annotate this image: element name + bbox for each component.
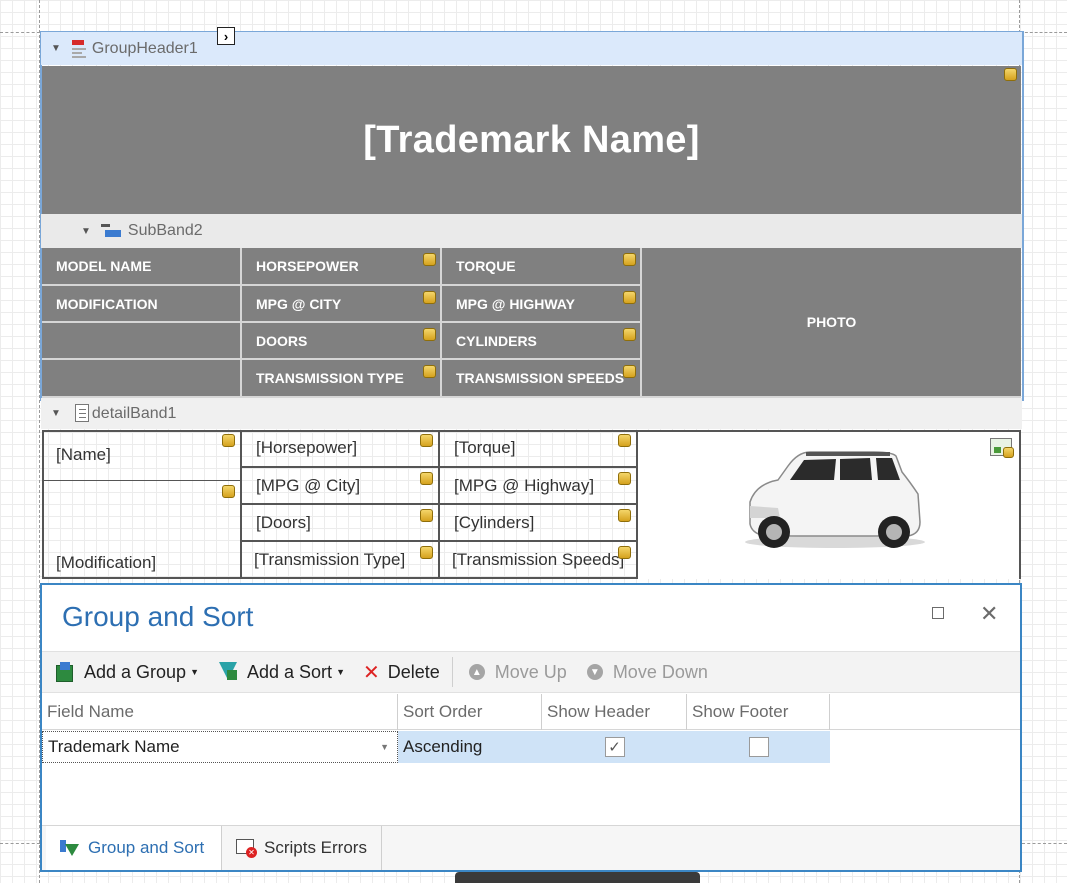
detail-transmission-speeds[interactable]: [Transmission Speeds]: [440, 542, 638, 579]
column-header-show-footer[interactable]: Show Footer: [687, 694, 830, 730]
photo-picture-box[interactable]: [638, 432, 1019, 579]
data-binding-icon: [623, 328, 636, 341]
header-torque[interactable]: TORQUE: [442, 248, 642, 286]
panel-toolbar: Add a Group ▼ Add a Sort ▼ ✕ Delete ▲ Move…: [42, 651, 1020, 693]
page-margin-bottom-right: [1022, 843, 1067, 844]
data-binding-icon: [618, 472, 631, 485]
header-transmission-type[interactable]: TRANSMISSION TYPE: [242, 360, 442, 398]
data-binding-icon: [623, 253, 636, 266]
scripts-errors-icon: ✕: [236, 839, 258, 858]
add-group-button[interactable]: Add a Group ▼: [56, 662, 199, 683]
data-binding-icon: [420, 434, 433, 447]
header-transmission-speeds[interactable]: TRANSMISSION SPEEDS: [442, 360, 642, 398]
column-header-sort-order[interactable]: Sort Order: [398, 694, 542, 730]
collapse-triangle-icon[interactable]: ▼: [51, 43, 61, 54]
data-binding-icon: [623, 291, 636, 304]
detail-mpg-highway[interactable]: [MPG @ Highway]: [440, 468, 638, 505]
header-photo[interactable]: PHOTO: [642, 248, 1021, 398]
header-mpg-highway[interactable]: MPG @ HIGHWAY: [442, 286, 642, 323]
data-binding-icon: [423, 365, 436, 378]
data-binding-icon: [618, 546, 631, 559]
data-binding-icon: [420, 509, 433, 522]
header-model-name[interactable]: MODEL NAME: [42, 248, 242, 286]
detail-band-caption[interactable]: ▼ detailBand1: [41, 398, 1022, 429]
subband-icon: [101, 224, 121, 238]
data-binding-icon: [420, 472, 433, 485]
partial-logo-graphic: [455, 872, 700, 883]
detail-horsepower[interactable]: [Horsepower]: [242, 430, 440, 468]
tab-scripts-errors[interactable]: ✕ Scripts Errors: [222, 826, 382, 870]
column-header-show-header[interactable]: Show Header: [542, 694, 687, 730]
move-down-button[interactable]: ▼ Move Down: [586, 662, 708, 683]
header-empty-cell[interactable]: [42, 360, 242, 398]
detail-doors[interactable]: [Doors]: [242, 505, 440, 542]
page-margin-top-right: [1020, 32, 1067, 33]
header-horsepower[interactable]: HORSEPOWER: [242, 248, 442, 286]
group-header-icon: [70, 39, 86, 58]
detail-band-icon: [75, 404, 89, 422]
show-header-checkbox[interactable]: ✓: [604, 737, 625, 757]
data-binding-icon: [222, 434, 235, 447]
trademark-title[interactable]: [Trademark Name]: [42, 66, 1021, 214]
header-doors[interactable]: DOORS: [242, 323, 442, 360]
data-binding-icon: [423, 291, 436, 304]
data-binding-icon: [618, 509, 631, 522]
data-binding-icon: [623, 365, 636, 378]
page-margin-top-left: [0, 32, 40, 33]
group-header-caption[interactable]: ▼ GroupHeader1: [41, 32, 1022, 65]
toolbar-separator: [451, 657, 453, 687]
show-footer-cell: [687, 731, 830, 763]
data-binding-icon: [423, 253, 436, 266]
group-sort-panel[interactable]: Group and Sort ✕ Add a Group ▼ Add a Sort…: [40, 583, 1022, 872]
page-margin-bottom-left: [0, 843, 40, 844]
detail-transmission-type[interactable]: [Transmission Type]: [242, 542, 440, 579]
detail-cylinders[interactable]: [Cylinders]: [440, 505, 638, 542]
panel-tab-strip: Group and Sort ✕ Scripts Errors: [42, 825, 1020, 870]
smart-tag-button[interactable]: ›: [217, 27, 235, 45]
data-binding-icon: [1004, 68, 1017, 81]
show-footer-checkbox[interactable]: [748, 737, 769, 757]
panel-title: Group and Sort: [62, 601, 254, 632]
header-mpg-city[interactable]: MPG @ CITY: [242, 286, 442, 323]
data-binding-icon: [423, 328, 436, 341]
image-binding-icon: [990, 438, 1014, 458]
detail-band-label: detailBand1: [91, 404, 177, 422]
field-name-combobox[interactable]: Trademark Name ▼: [42, 731, 398, 763]
data-binding-icon: [222, 485, 235, 498]
subband-caption[interactable]: ▼ SubBand2: [41, 214, 1022, 248]
detail-torque[interactable]: [Torque]: [440, 430, 638, 468]
subband-label: SubBand2: [127, 222, 203, 239]
data-binding-icon: [618, 434, 631, 447]
header-empty-cell[interactable]: [42, 323, 242, 360]
detail-name[interactable]: [Name]: [42, 430, 242, 481]
delete-icon: ✕: [362, 661, 380, 684]
close-icon[interactable]: ✕: [980, 601, 998, 627]
add-sort-icon: [219, 662, 239, 682]
move-up-button[interactable]: ▲ Move Up: [468, 662, 567, 683]
show-header-cell: ✓: [542, 731, 687, 763]
detail-modification[interactable]: [Modification]: [42, 481, 242, 579]
delete-button[interactable]: ✕ Delete: [363, 660, 440, 685]
collapse-triangle-icon[interactable]: ▼: [81, 226, 91, 237]
arrow-down-icon: ▼: [586, 664, 603, 680]
group-sort-tab-icon: [60, 840, 79, 856]
header-cylinders[interactable]: CYLINDERS: [442, 323, 642, 360]
detail-mpg-city[interactable]: [MPG @ City]: [242, 468, 440, 505]
dropdown-arrow-icon[interactable]: ▼: [380, 742, 389, 752]
tab-group-and-sort[interactable]: Group and Sort: [46, 826, 222, 870]
maximize-icon[interactable]: [932, 607, 944, 619]
add-group-icon: [56, 662, 76, 682]
car-photo-icon: [745, 451, 925, 548]
header-modification[interactable]: MODIFICATION: [42, 286, 242, 323]
column-header-field-name[interactable]: Field Name: [42, 694, 398, 730]
add-sort-button[interactable]: Add a Sort ▼: [219, 662, 345, 683]
collapse-triangle-icon[interactable]: ▼: [51, 408, 61, 419]
arrow-up-icon: ▲: [468, 664, 485, 680]
grid-header: Field Name Sort Order Show Header Show F…: [42, 694, 1020, 730]
sort-order-cell[interactable]: Ascending: [398, 731, 542, 763]
data-binding-icon: [420, 546, 433, 559]
group-header-label: GroupHeader1: [91, 39, 198, 57]
